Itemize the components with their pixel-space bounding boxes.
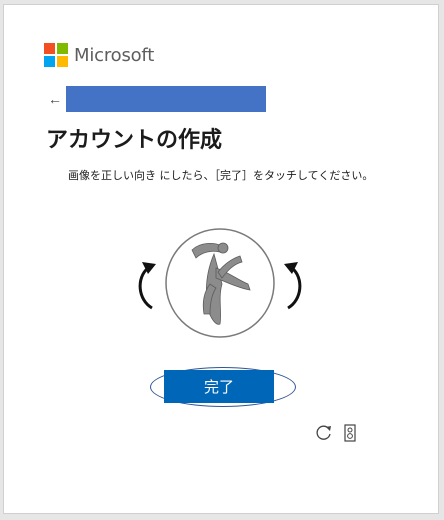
identity-row: ← xyxy=(48,86,266,112)
microsoft-logo-icon xyxy=(44,43,68,67)
refresh-icon[interactable] xyxy=(315,424,333,442)
rotation-challenge xyxy=(130,228,310,340)
redacted-email xyxy=(66,86,266,112)
challenge-image xyxy=(165,228,275,338)
brand-name: Microsoft xyxy=(74,44,155,66)
done-button-area: 完了 xyxy=(150,367,296,407)
instruction-text: 画像を正しい向き にしたら、［完了］をタッチしてください。 xyxy=(68,169,374,182)
audio-icon[interactable] xyxy=(344,424,356,442)
page: Microsoft ← アカウントの作成 画像を正しい向き にしたら、［完了］を… xyxy=(0,0,444,520)
done-button[interactable]: 完了 xyxy=(164,370,274,403)
microsoft-logo: Microsoft xyxy=(44,43,154,67)
rotate-left-icon[interactable] xyxy=(130,248,160,318)
rotate-right-icon[interactable] xyxy=(280,248,310,318)
page-title: アカウントの作成 xyxy=(46,128,223,153)
arrow-left-icon[interactable]: ← xyxy=(48,91,66,107)
